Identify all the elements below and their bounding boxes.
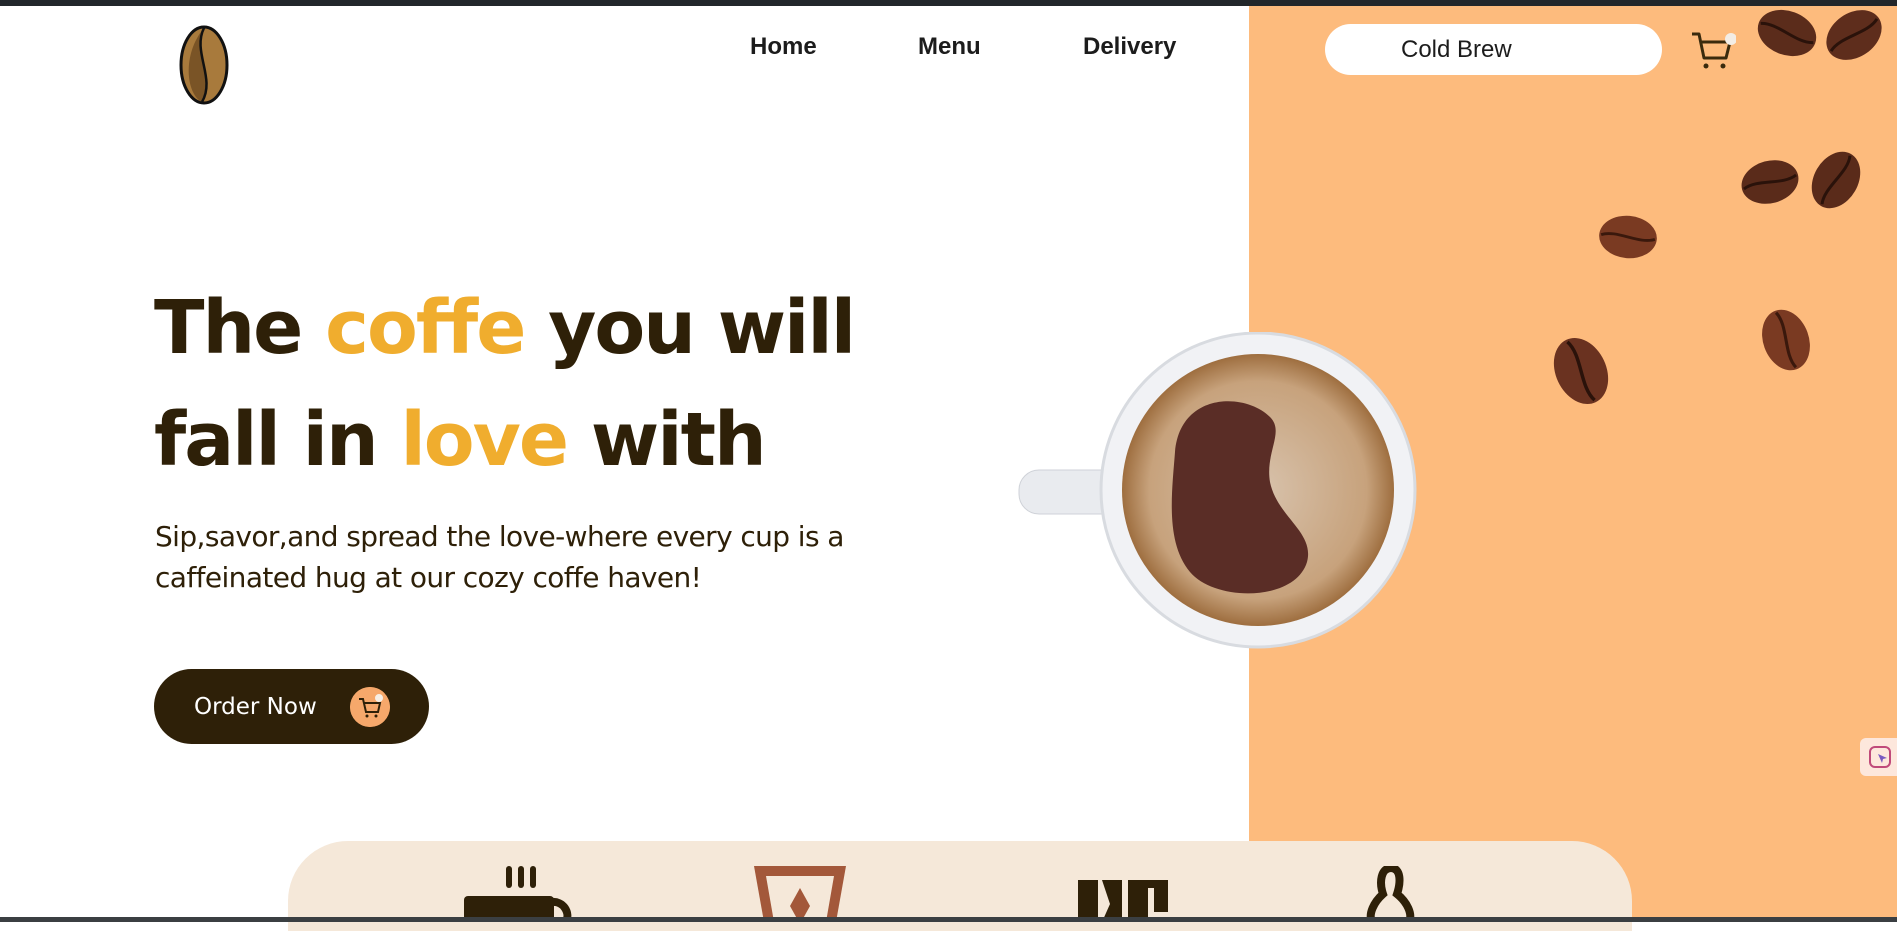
cart-icon[interactable] (1690, 28, 1736, 74)
cursor-icon (1869, 746, 1891, 768)
nav-menu[interactable]: Menu (918, 33, 981, 61)
espresso-machine-category-icon[interactable] (1076, 866, 1172, 922)
hero-heading: The coffe you will fall in love with (154, 272, 856, 496)
iced-drink-category-icon[interactable] (752, 866, 848, 922)
cart-icon (350, 687, 390, 727)
search-input[interactable] (1325, 24, 1662, 75)
order-now-label: Order Now (194, 693, 317, 720)
hero-heading-line-1: The coffe you will (154, 285, 856, 371)
coffee-bean-logo-icon[interactable] (176, 24, 232, 106)
coffee-cup-image (1018, 332, 1417, 649)
croissant-category-icon[interactable] (1356, 866, 1426, 922)
hot-coffee-category-icon[interactable] (462, 866, 574, 922)
coffee-bean-image (1599, 215, 1657, 259)
hero-description: Sip,savor,and spread the love-where ever… (155, 520, 844, 594)
order-now-button[interactable]: Order Now (154, 669, 429, 744)
heading-accent-word: coffe (325, 285, 526, 371)
hero-heading-line-2: fall in love with (154, 397, 767, 483)
nav-home[interactable]: Home (750, 33, 817, 61)
nav-delivery[interactable]: Delivery (1083, 33, 1176, 61)
floating-helper-button[interactable] (1860, 738, 1897, 776)
browser-bottom-bar (0, 917, 1897, 922)
heading-accent-word: love (400, 397, 569, 483)
